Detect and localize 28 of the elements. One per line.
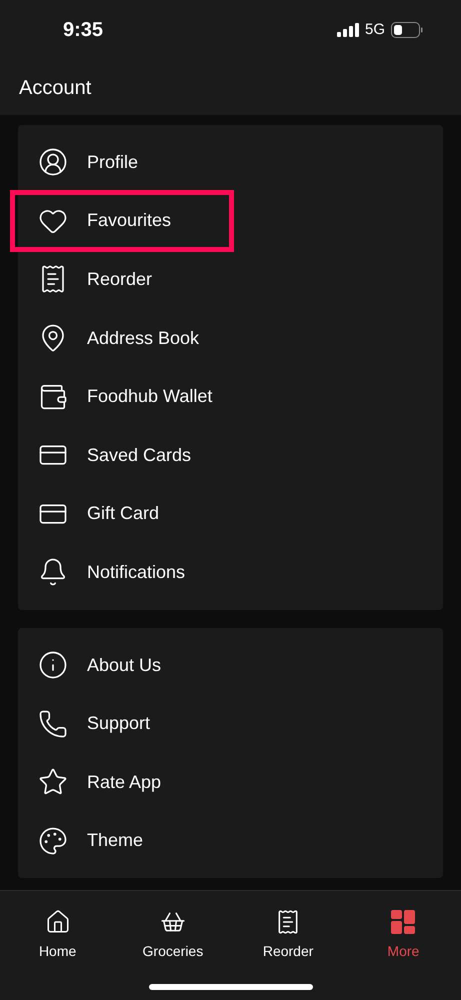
menu-item[interactable]: Support: [18, 694, 443, 753]
battery-icon: [391, 22, 423, 38]
signal-icon: [336, 23, 359, 37]
grid-icon: [390, 909, 416, 935]
menu-item[interactable]: Gift Card: [18, 484, 443, 544]
page-title: Account: [19, 76, 92, 100]
bell-icon: [38, 557, 68, 588]
tab-item[interactable]: Groceries: [115, 909, 230, 962]
home-icon: [44, 909, 71, 935]
menu-item[interactable]: Theme: [18, 812, 443, 870]
info-icon: [38, 650, 68, 680]
menu-item[interactable]: Profile: [18, 133, 443, 192]
tab-item[interactable]: Home: [0, 909, 116, 962]
menu-item[interactable]: Favourites: [12, 192, 232, 250]
menu-item[interactable]: About Us: [18, 636, 443, 694]
menu-item[interactable]: Rate App: [18, 752, 443, 812]
phone-icon: [38, 708, 68, 739]
network-label: 5G: [364, 20, 385, 40]
menu-item[interactable]: Foodhub Wallet: [18, 367, 443, 426]
palette-icon: [38, 826, 68, 856]
tab-item[interactable]: Reorder: [230, 909, 346, 962]
status-time: 9:35: [63, 18, 104, 43]
menu-item[interactable]: Address Book: [18, 308, 443, 368]
menu-item[interactable]: Saved Cards: [18, 426, 443, 485]
menu-item[interactable]: Notifications: [18, 543, 443, 602]
tab-item[interactable]: More: [346, 909, 461, 962]
menu-item[interactable]: Reorder: [18, 250, 443, 309]
user-icon: [38, 147, 68, 178]
